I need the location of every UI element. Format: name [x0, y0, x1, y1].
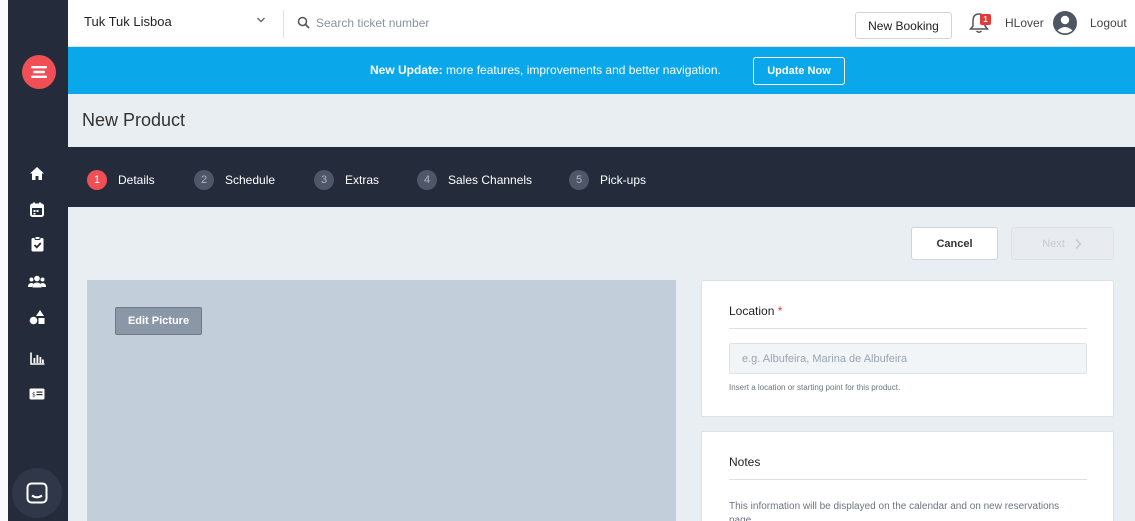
- banner-bold-text: New Update:: [370, 63, 443, 77]
- notification-badge: 1: [980, 14, 991, 25]
- ticket-icon[interactable]: $: [26, 383, 48, 405]
- shapes-icon[interactable]: [26, 306, 48, 328]
- account-selector[interactable]: Tuk Tuk Lisboa: [84, 14, 172, 29]
- step-label: Extras: [345, 173, 380, 187]
- next-button[interactable]: Next: [1011, 227, 1114, 260]
- new-booking-button[interactable]: New Booking: [855, 12, 952, 39]
- step-extras[interactable]: 3 Extras: [314, 170, 379, 190]
- banner-text: more features, improvements and better n…: [442, 63, 721, 77]
- step-sales-channels[interactable]: 4 Sales Channels: [417, 170, 532, 190]
- clipboard-check-icon[interactable]: [26, 233, 48, 255]
- notes-description: This information will be displayed on th…: [729, 501, 1060, 521]
- step-label: Details: [118, 173, 155, 187]
- update-banner: New Update: more features, improvements …: [68, 47, 1135, 94]
- step-pick-ups[interactable]: 5 Pick-ups: [569, 170, 646, 190]
- product-picture: Edit Picture: [87, 280, 676, 521]
- avatar[interactable]: [1053, 11, 1077, 35]
- next-label: Next: [1042, 237, 1065, 250]
- step-number: 1: [87, 170, 107, 190]
- update-now-button[interactable]: Update Now: [753, 57, 845, 85]
- step-number: 3: [314, 170, 334, 190]
- logout-link[interactable]: Logout: [1090, 16, 1127, 30]
- notes-title: Notes: [729, 455, 761, 469]
- step-number: 5: [569, 170, 589, 190]
- location-title-text: Location: [729, 304, 775, 318]
- page-title: New Product: [82, 110, 186, 130]
- home-icon[interactable]: [26, 162, 48, 184]
- edit-picture-button[interactable]: Edit Picture: [115, 307, 202, 335]
- location-input[interactable]: [729, 343, 1087, 374]
- sidebar-edge: [0, 0, 8, 521]
- location-help-text: Insert a location or starting point for …: [729, 383, 901, 392]
- location-card: Location * Insert a location or starting…: [701, 280, 1114, 417]
- chat-icon: [26, 482, 48, 504]
- required-mark: *: [777, 304, 783, 318]
- calendar-icon[interactable]: [26, 198, 48, 220]
- step-label: Schedule: [225, 173, 276, 187]
- notes-card: Notes This information will be displayed…: [701, 431, 1114, 521]
- users-icon[interactable]: [26, 270, 48, 292]
- sidebar: $: [0, 0, 68, 521]
- location-title: Location *: [729, 304, 782, 318]
- bar-chart-icon[interactable]: [26, 347, 48, 369]
- step-number: 4: [417, 170, 437, 190]
- logo-icon: [31, 66, 47, 78]
- banner-message: New Update: more features, improvements …: [370, 63, 721, 77]
- step-schedule[interactable]: 2 Schedule: [194, 170, 275, 190]
- top-bar: Tuk Tuk Lisboa New Booking 1 HLover Logo…: [68, 0, 1135, 47]
- svg-text:$: $: [32, 392, 36, 399]
- step-label: Pick-ups: [600, 173, 647, 187]
- chevron-right-icon: [1075, 238, 1082, 249]
- app-logo[interactable]: [22, 55, 56, 89]
- chat-launcher-button[interactable]: [12, 468, 62, 518]
- chevron-down-icon[interactable]: [256, 16, 266, 24]
- topbar-divider: [283, 10, 284, 38]
- step-label: Sales Channels: [448, 173, 533, 187]
- wizard-steps: 1 Details 2 Schedule 3 Extras 4 Sales Ch…: [68, 147, 1135, 207]
- step-details[interactable]: 1 Details: [87, 170, 155, 190]
- step-number: 2: [194, 170, 214, 190]
- cancel-button[interactable]: Cancel: [911, 227, 998, 260]
- username-label[interactable]: HLover: [1005, 16, 1044, 30]
- card-divider: [729, 479, 1087, 480]
- search-icon: [297, 16, 310, 29]
- card-divider: [729, 328, 1087, 329]
- search-input[interactable]: [316, 12, 616, 34]
